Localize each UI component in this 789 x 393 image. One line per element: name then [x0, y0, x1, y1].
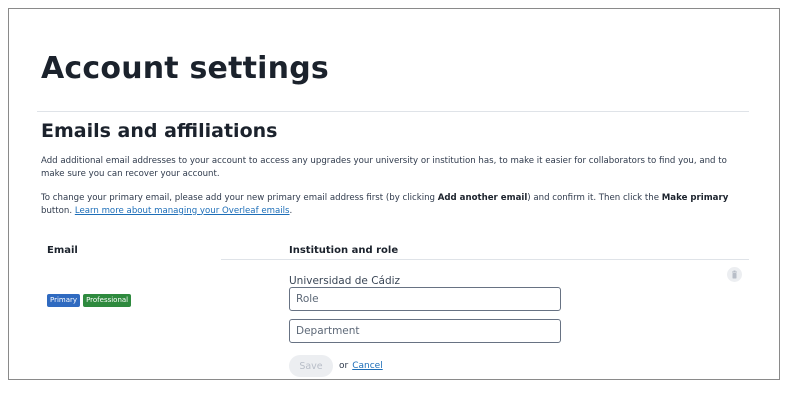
institution-name: Universidad de Cádiz — [289, 275, 401, 287]
save-row: Save or Cancel — [289, 355, 383, 377]
email-column-header: Email — [47, 245, 78, 256]
save-button[interactable]: Save — [289, 355, 333, 377]
institution-column-header: Institution and role — [289, 245, 399, 256]
trash-icon — [732, 270, 737, 279]
delete-affiliation-button[interactable] — [727, 267, 742, 282]
learn-more-link[interactable]: Learn more about managing your Overleaf … — [75, 206, 290, 216]
professional-badge: Professional — [83, 294, 132, 307]
change-primary-text: To change your primary email, please add… — [41, 193, 729, 216]
make-primary-ref: Make primary — [661, 193, 729, 203]
section-title: Emails and affiliations — [41, 120, 278, 142]
intro-text: Add additional email addresses to your a… — [41, 156, 727, 179]
cancel-link[interactable]: Cancel — [352, 361, 383, 371]
add-another-email-ref: Add another email — [437, 193, 528, 203]
or-text: or — [339, 361, 349, 371]
role-input[interactable] — [289, 287, 561, 311]
email-badges: Primary Professional — [47, 294, 132, 307]
page-title: Account settings — [41, 51, 329, 86]
table-header-divider — [221, 259, 749, 260]
primary-badge: Primary — [47, 294, 81, 307]
title-divider — [37, 111, 749, 112]
department-input[interactable] — [289, 319, 561, 343]
settings-panel: Account settings Emails and affiliations… — [8, 8, 780, 380]
